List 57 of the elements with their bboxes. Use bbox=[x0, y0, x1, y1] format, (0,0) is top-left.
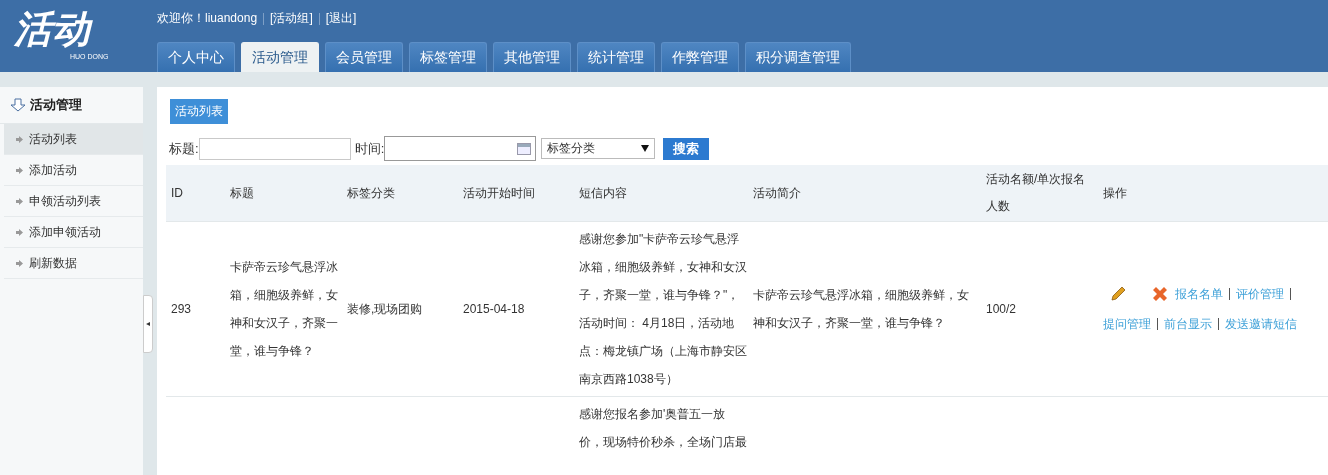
sidebar-item[interactable]: 活动列表 bbox=[4, 124, 143, 155]
table-cell-text: 感谢您参加"卡萨帝云珍气悬浮 冰箱，细胞级养鲜，女神和女汉 子，齐聚一堂，谁与争锋？"， 活动时间： 4月18日，活动地 点：梅龙镇广场（上海市静安区 南京西路1038号） bbox=[579, 231, 747, 388]
nav-tab[interactable]: 其他管理 bbox=[493, 42, 571, 72]
action-link[interactable]: 评价管理 bbox=[1236, 279, 1284, 309]
sidebar-item[interactable]: 添加申领活动 bbox=[4, 217, 143, 248]
column-header: 活动开始时间 bbox=[458, 165, 574, 222]
page-title: 活动列表 bbox=[170, 99, 228, 124]
column-header: 活动简介 bbox=[748, 165, 981, 222]
table-cell-text: 卡萨帝云珍气悬浮冰 箱，细胞级养鲜，女 神和女汉子，齐聚一 堂，谁与争锋？ bbox=[230, 259, 338, 360]
header-link[interactable]: [活动组] bbox=[270, 10, 313, 27]
sidebar-item[interactable]: 添加活动 bbox=[4, 155, 143, 186]
nav-tab[interactable]: 作弊管理 bbox=[661, 42, 739, 72]
column-header: 标签分类 bbox=[342, 165, 458, 222]
table-cell-text: 感谢您报名参加'奥普五一放 价，现场特价秒杀，全场门店最 bbox=[579, 406, 747, 451]
logo-title: 活动 bbox=[14, 6, 96, 52]
nav-tab[interactable]: 活动管理 bbox=[241, 42, 319, 72]
arrow-icon bbox=[16, 259, 23, 267]
nav-tab[interactable]: 统计管理 bbox=[577, 42, 655, 72]
column-header: 操作 bbox=[1098, 165, 1328, 222]
collapse-handle[interactable]: ◂ bbox=[143, 294, 153, 353]
field-label: 时间: bbox=[354, 139, 385, 158]
sidebar-heading: 活动管理 bbox=[30, 96, 82, 114]
action-link[interactable]: 报名名单 bbox=[1175, 279, 1223, 309]
table-cell-text: 卡萨帝云珍气悬浮冰箱，细胞级养鲜，女 神和女汉子，齐聚一堂，谁与争锋？ bbox=[753, 287, 969, 332]
arrow-icon bbox=[16, 197, 23, 205]
delete-icon[interactable] bbox=[1151, 285, 1169, 303]
pencil-icon[interactable] bbox=[1109, 285, 1127, 303]
nav-tab[interactable]: 标签管理 bbox=[409, 42, 487, 72]
table-cell: 装修,现场团购 bbox=[347, 302, 423, 316]
arrow-icon bbox=[16, 228, 23, 236]
title-input-field[interactable] bbox=[198, 137, 351, 160]
calendar-icon bbox=[517, 142, 532, 155]
table-cell: 293 bbox=[171, 302, 192, 316]
down-arrow-icon bbox=[10, 98, 26, 112]
sidebar-item[interactable]: 刷新数据 bbox=[4, 248, 143, 279]
arrow-icon bbox=[16, 166, 23, 174]
nav-tab[interactable]: 积分调查管理 bbox=[745, 42, 851, 72]
search-button[interactable]: 搜索 bbox=[663, 137, 710, 160]
action-link[interactable]: 提问管理 bbox=[1103, 309, 1151, 339]
dropdown-icon bbox=[641, 145, 650, 152]
greeting-text: 欢迎你！liuandong bbox=[157, 10, 258, 27]
nav-tab[interactable]: 个人中心 bbox=[157, 42, 235, 72]
arrow-icon bbox=[16, 135, 23, 143]
column-header: 活动名额/单次报名 人数 bbox=[981, 165, 1098, 222]
tag-select[interactable]: 标签分类 bbox=[541, 138, 656, 159]
sidebar-item[interactable]: 申领活动列表 bbox=[4, 186, 143, 217]
field-label: 标题: bbox=[169, 139, 199, 158]
action-link[interactable]: 发送邀请短信 bbox=[1225, 309, 1297, 339]
action-link[interactable]: 前台显示 bbox=[1164, 309, 1212, 339]
table-cell: 100/2 bbox=[986, 302, 1017, 316]
header-link[interactable]: [退出] bbox=[325, 10, 357, 27]
column-header: 短信内容 bbox=[574, 165, 748, 222]
column-header: ID bbox=[166, 165, 225, 222]
date-input-field[interactable] bbox=[384, 136, 537, 161]
nav-tab[interactable]: 会员管理 bbox=[325, 42, 403, 72]
table-cell: 2015-04-18 bbox=[463, 302, 525, 316]
column-header: 标题 bbox=[225, 165, 342, 222]
